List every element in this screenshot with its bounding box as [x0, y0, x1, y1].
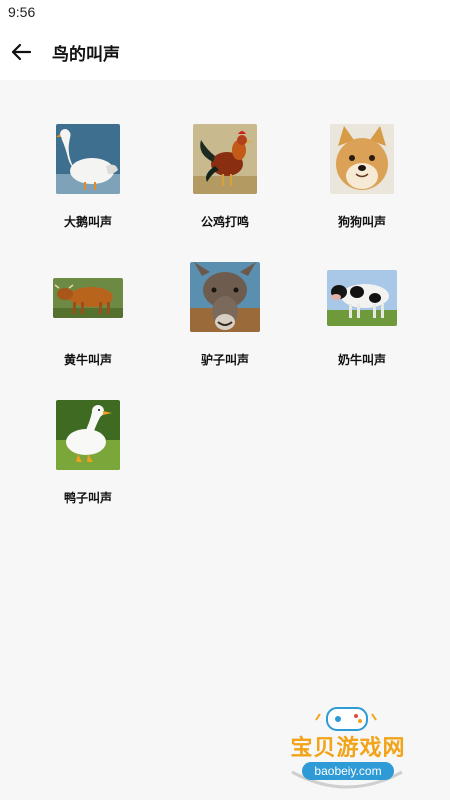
- dairy-cow-image: [327, 270, 397, 326]
- dog-image: [330, 124, 394, 194]
- yellow-cattle-image: [53, 278, 123, 318]
- rooster-image: [193, 124, 257, 194]
- item-label: 公鸡打鸣: [200, 215, 249, 229]
- grid-item-goose[interactable]: 大鹅叫声: [33, 124, 143, 244]
- item-label: 狗狗叫声: [337, 215, 386, 229]
- status-time: 9:56: [8, 4, 36, 20]
- status-bar: 9:56: [0, 0, 450, 26]
- watermark-name: 宝贝游戏网: [290, 736, 406, 761]
- page-title: 鸟的叫声: [52, 45, 120, 65]
- grid-item-dairy-cow[interactable]: 奶牛叫声: [307, 262, 417, 382]
- watermark-url: baobeiy.com: [302, 762, 394, 780]
- arrow-left-icon: [11, 43, 32, 61]
- watermark-logo: 宝贝游戏网 baobeiy.com: [272, 706, 422, 792]
- goose-image: [56, 124, 120, 194]
- app-bar: 鸟的叫声: [0, 26, 450, 80]
- back-button[interactable]: [6, 37, 36, 67]
- duck-image: [56, 400, 120, 470]
- item-label: 驴子叫声: [200, 353, 249, 367]
- item-label: 奶牛叫声: [337, 353, 386, 367]
- grid-item-donkey[interactable]: 驴子叫声: [170, 262, 280, 382]
- grid-item-yellow-cattle[interactable]: 黄牛叫声: [33, 262, 143, 382]
- item-label: 黄牛叫声: [63, 353, 112, 367]
- grid-item-dog[interactable]: 狗狗叫声: [307, 124, 417, 244]
- grid-item-rooster[interactable]: 公鸡打鸣: [170, 124, 280, 244]
- item-label: 大鹅叫声: [63, 215, 112, 229]
- item-label: 鸭子叫声: [63, 491, 112, 505]
- donkey-image: [190, 262, 260, 332]
- grid-item-duck[interactable]: 鸭子叫声: [33, 400, 143, 520]
